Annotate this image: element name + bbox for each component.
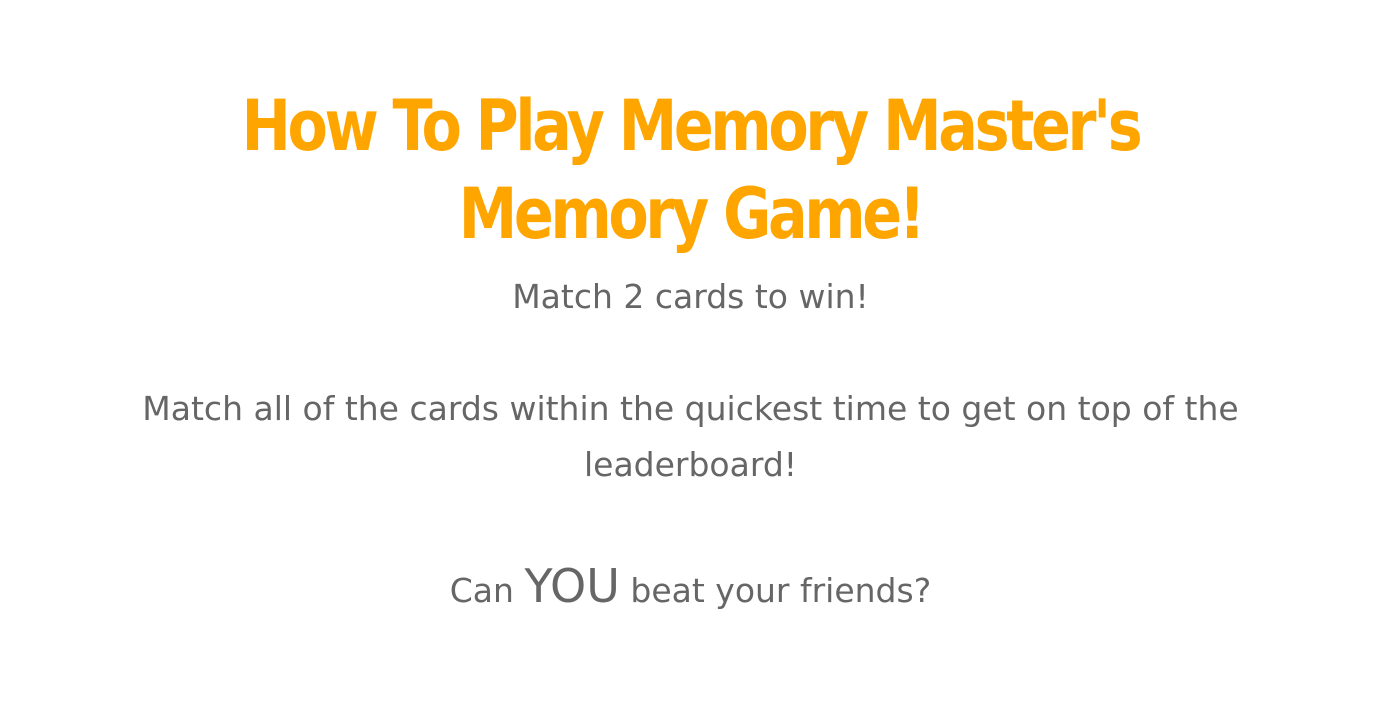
challenge-prefix: Can bbox=[449, 571, 525, 610]
page-title: How To Play Memory Master's Memory Game! bbox=[241, 85, 1143, 255]
instruction-leaderboard: Match all of the cards within the quicke… bbox=[142, 389, 1239, 484]
challenge-text: Can YOU beat your friends? bbox=[100, 558, 1281, 619]
challenge-emphasis: YOU bbox=[524, 559, 620, 613]
challenge-suffix: beat your friends? bbox=[619, 571, 932, 610]
instruction-match-two: Match 2 cards to win! bbox=[512, 277, 869, 316]
how-to-play-page: How To Play Memory Master's Memory Game!… bbox=[0, 0, 1381, 714]
